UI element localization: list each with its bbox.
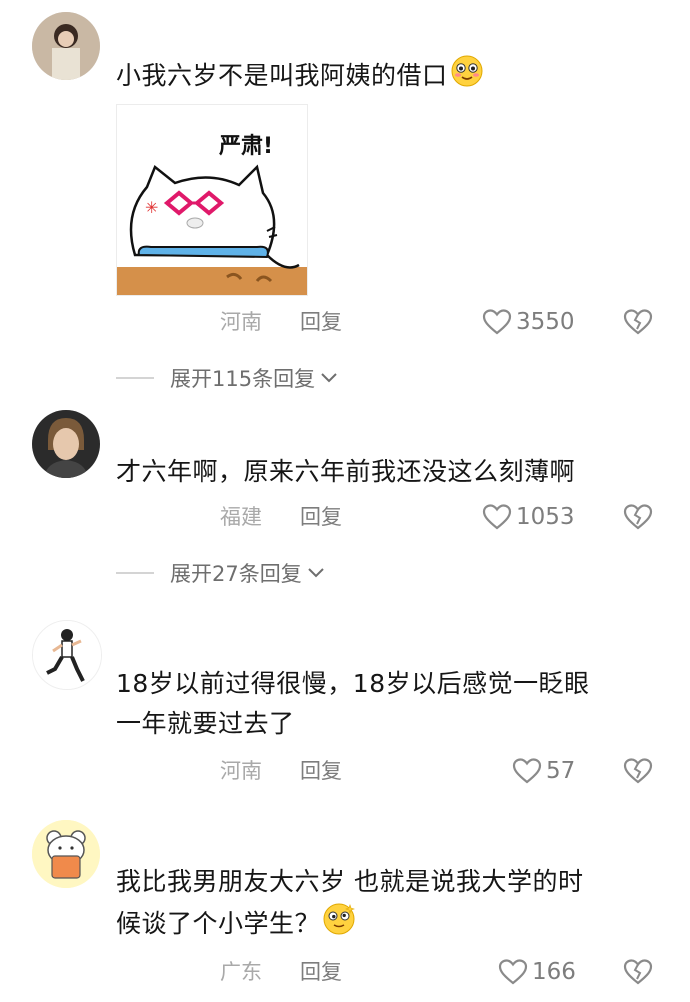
- broken-heart-icon: [623, 309, 653, 335]
- expand-replies-label: 展开115条回复: [170, 367, 316, 391]
- like-button[interactable]: 57: [512, 751, 575, 791]
- svg-text:✳: ✳: [145, 198, 158, 217]
- like-button[interactable]: 1053: [482, 497, 575, 537]
- like-count: 1053: [516, 504, 575, 530]
- broken-heart-icon: [623, 959, 653, 985]
- comment-text: 18岁以前过得很慢，18岁以后感觉一眨眼 一年就要过去了: [116, 664, 656, 744]
- comment-meta: 福建 回复 1053: [0, 497, 690, 537]
- like-count: 57: [546, 758, 576, 784]
- avatar[interactable]: [32, 12, 100, 80]
- chevron-down-icon: [321, 373, 337, 383]
- comment-text-line: 一年就要过去了: [116, 709, 295, 738]
- comment-location: 河南: [220, 759, 262, 783]
- like-count: 166: [532, 959, 576, 985]
- dislike-button[interactable]: [622, 952, 654, 992]
- expand-replies-label: 展开27条回复: [170, 562, 302, 586]
- like-button[interactable]: 3550: [482, 302, 575, 342]
- like-count: 3550: [516, 309, 575, 335]
- like-button[interactable]: 166: [498, 952, 576, 992]
- chevron-down-icon: [308, 568, 324, 578]
- divider: [116, 377, 154, 379]
- blushing-smile-emoji-icon: [450, 54, 484, 100]
- comment-text: 小我六岁不是叫我阿姨的借口: [116, 54, 656, 100]
- heart-icon: [498, 959, 528, 985]
- reply-button[interactable]: 回复: [300, 497, 342, 537]
- avatar[interactable]: [32, 620, 102, 690]
- reply-button[interactable]: 回复: [300, 302, 342, 342]
- expand-replies-button[interactable]: 展开115条回复: [116, 360, 339, 396]
- avatar[interactable]: [32, 410, 100, 478]
- heart-icon: [482, 504, 512, 530]
- dislike-button[interactable]: [622, 751, 654, 791]
- heart-icon: [512, 758, 542, 784]
- serious-cat-sticker[interactable]: 严肃! ✳: [116, 104, 308, 296]
- expand-replies-button[interactable]: 展开27条回复: [116, 555, 326, 591]
- comment-meta: 河南 回复 3550: [0, 302, 690, 342]
- sticker-caption: 严肃!: [219, 133, 273, 159]
- comment-meta: 广东 回复 166: [0, 952, 690, 992]
- comment-meta: 河南 回复 57: [0, 751, 690, 791]
- reply-button[interactable]: 回复: [300, 751, 342, 791]
- comment-text: 我比我男朋友大六岁 也就是说我大学的时 候谈了个小学生？: [116, 862, 656, 948]
- dizzy-smile-emoji-icon: [322, 902, 356, 948]
- broken-heart-icon: [623, 758, 653, 784]
- comment-text-line: 18岁以前过得很慢，18岁以后感觉一眨眼: [116, 669, 590, 698]
- comment-text-line: 我比我男朋友大六岁 也就是说我大学的时: [116, 867, 584, 896]
- divider: [116, 572, 154, 574]
- reply-button[interactable]: 回复: [300, 952, 342, 992]
- comment-location: 福建: [220, 505, 262, 529]
- dislike-button[interactable]: [622, 497, 654, 537]
- avatar[interactable]: [32, 820, 100, 888]
- comment-text: 才六年啊，原来六年前我还没这么刻薄啊: [116, 457, 576, 486]
- broken-heart-icon: [623, 504, 653, 530]
- comment-location: 河南: [220, 310, 262, 334]
- comment-location: 广东: [220, 960, 262, 984]
- comment-text-line: 候谈了个小学生？: [116, 902, 656, 948]
- heart-icon: [482, 309, 512, 335]
- dislike-button[interactable]: [622, 302, 654, 342]
